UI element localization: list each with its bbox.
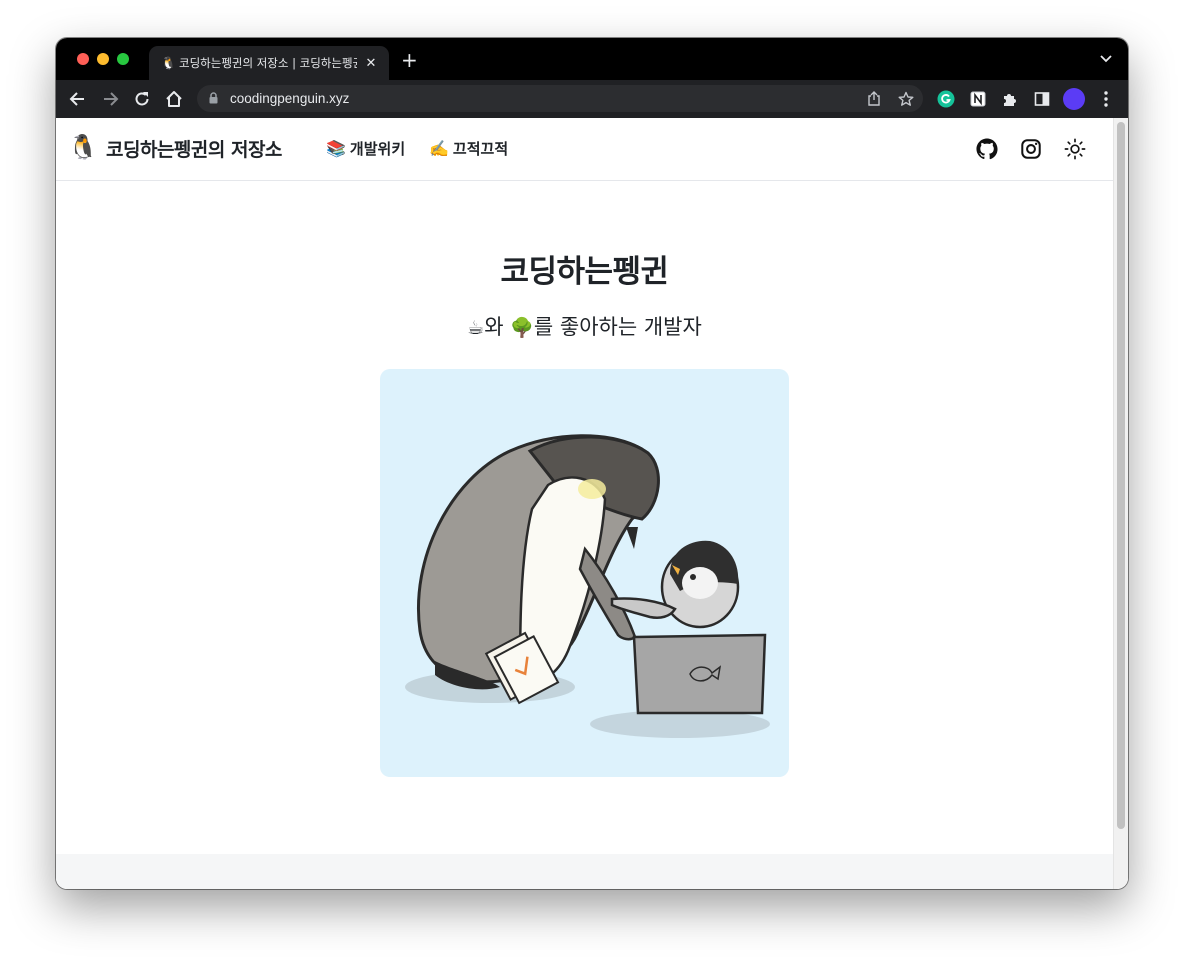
tab-strip: 🐧 코딩하는펭귄의 저장소 | 코딩하는펭귄 ✕ + [56,38,1128,80]
extensions-puzzle-icon[interactable] [1000,89,1020,109]
nav-link-label: 끄적끄적 [452,140,509,158]
browser-toolbar: coodingpenguin.xyz [56,80,1128,118]
site-logo[interactable]: 🐧 [68,132,98,162]
tab-title: 코딩하는펭귄의 저장소 | 코딩하는펭귄 [179,56,357,70]
grammarly-extension-icon[interactable] [936,89,956,109]
site-brand[interactable]: 코딩하는펭귄의 저장소 [106,135,282,162]
penguin-drawing [405,434,770,738]
tab-search-chevron-icon[interactable] [1100,54,1112,64]
maximize-window-button[interactable] [117,53,129,65]
nav-link-scribble[interactable]: ✍️ 끄적끄적 [429,138,508,159]
nav-link-label: 개발위키 [349,140,406,158]
tab-favicon: 🐧 [161,56,176,70]
nav-link-dev-wiki[interactable]: 📚 개발위키 [326,138,405,159]
share-icon[interactable] [867,91,881,106]
reload-icon[interactable] [132,89,152,109]
more-menu-icon[interactable] [1101,89,1111,109]
browser-window: 🐧 코딩하는펭귄의 저장소 | 코딩하는펭귄 ✕ + coodingpengui… [56,38,1128,889]
browser-tab[interactable]: 🐧 코딩하는펭귄의 저장소 | 코딩하는펭귄 ✕ [149,46,389,80]
site-header: 🐧 코딩하는펭귄의 저장소 📚 개발위키 ✍️ 끄적끄적 [56,118,1113,181]
profile-avatar[interactable] [1063,88,1085,110]
scrollbar-thumb[interactable] [1117,122,1125,829]
home-icon[interactable] [164,89,184,109]
subtitle-text-2: 를 좋아하는 개발자 [533,315,702,339]
writing-hand-emoji-icon: ✍️ [429,139,449,158]
books-emoji-icon: 📚 [326,139,346,158]
page-footer [56,854,1113,889]
side-panel-icon[interactable] [1032,89,1052,109]
page-viewport: 🐧 코딩하는펭귄의 저장소 📚 개발위키 ✍️ 끄적끄적 코딩하는펭귄 ☕와 🌳… [56,118,1128,889]
url-text[interactable]: coodingpenguin.xyz [230,91,349,106]
bookmark-star-icon[interactable] [898,91,914,107]
forward-icon[interactable] [100,89,120,109]
hero-subtitle: ☕와 🌳를 좋아하는 개발자 [56,311,1113,341]
notion-extension-icon[interactable] [968,89,988,109]
lock-icon[interactable] [209,92,218,104]
new-tab-button[interactable]: + [401,50,418,70]
close-icon[interactable]: ✕ [363,56,379,71]
vertical-scrollbar[interactable] [1113,118,1128,889]
instagram-icon[interactable] [1020,138,1042,160]
subtitle-text-1: 와 [484,315,511,339]
tree-emoji-icon: 🌳 [510,317,534,339]
coffee-emoji-icon: ☕ [467,317,485,339]
address-bar[interactable]: coodingpenguin.xyz [197,85,923,112]
back-icon[interactable] [68,89,88,109]
close-window-button[interactable] [77,53,89,65]
sun-icon[interactable] [1064,138,1086,160]
minimize-window-button[interactable] [97,53,109,65]
hero-title: 코딩하는펭귄 [500,254,669,290]
github-icon[interactable] [976,138,998,160]
penguin-illustration [380,369,789,777]
